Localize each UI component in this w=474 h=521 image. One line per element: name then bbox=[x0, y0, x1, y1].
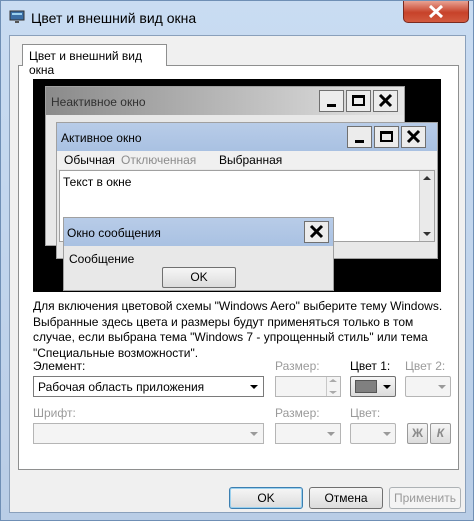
close-button[interactable] bbox=[403, 1, 469, 23]
cancel-button[interactable]: Отмена bbox=[309, 487, 383, 509]
inactive-window-title: Неактивное окно bbox=[51, 95, 146, 109]
element-select-value: Рабочая область приложения bbox=[38, 380, 205, 394]
message-title-bar[interactable]: Окно сообщения bbox=[64, 218, 333, 246]
color1-picker[interactable] bbox=[350, 376, 396, 397]
menu-normal[interactable]: Обычная bbox=[64, 153, 115, 167]
menu-bar-preview[interactable]: Обычная Отключенная Выбранная bbox=[57, 151, 437, 169]
chevron-down-icon bbox=[383, 432, 391, 436]
message-box-preview[interactable]: Окно сообщения Сообщение OK bbox=[63, 217, 334, 291]
menu-disabled[interactable]: Отключенная bbox=[121, 153, 196, 167]
font-select[interactable] bbox=[33, 423, 264, 444]
message-ok-button[interactable]: OK bbox=[162, 267, 236, 288]
scroll-down-icon[interactable] bbox=[423, 232, 431, 236]
bold-button[interactable]: Ж bbox=[407, 423, 428, 444]
font-size-select[interactable] bbox=[275, 423, 341, 444]
close-icon bbox=[428, 5, 444, 18]
font-color-picker[interactable] bbox=[350, 423, 396, 444]
close-icon[interactable] bbox=[401, 126, 426, 148]
font-color-label: Цвет: bbox=[350, 406, 381, 420]
preview-area[interactable]: Неактивное окно Активное окно Обычная От… bbox=[33, 79, 441, 292]
apply-button[interactable]: Применить bbox=[389, 487, 461, 509]
tab-window-color[interactable]: Цвет и внешний вид окна bbox=[22, 44, 167, 77]
chevron-down-icon bbox=[327, 432, 335, 436]
spin-up-icon[interactable] bbox=[329, 379, 337, 382]
window-text: Текст в окне bbox=[63, 175, 132, 189]
title-bar[interactable]: Цвет и внешний вид окна bbox=[1, 1, 473, 35]
spinner-arrows[interactable] bbox=[326, 377, 340, 396]
font-size-label: Размер: bbox=[275, 406, 320, 420]
appearance-dialog: Цвет и внешний вид окна Цвет и внешний в… bbox=[0, 0, 474, 521]
element-label: Элемент: bbox=[33, 359, 86, 373]
dialog-client-area: Цвет и внешний вид окна Неактивное окно bbox=[9, 35, 466, 513]
chevron-down-icon bbox=[438, 385, 446, 389]
close-icon[interactable] bbox=[304, 221, 329, 243]
scroll-up-icon[interactable] bbox=[423, 176, 431, 180]
vertical-scrollbar[interactable] bbox=[419, 171, 434, 241]
message-box-title: Окно сообщения bbox=[67, 226, 161, 240]
color1-label: Цвет 1: bbox=[350, 359, 391, 373]
minimize-icon[interactable] bbox=[347, 126, 372, 148]
window-title: Цвет и внешний вид окна bbox=[31, 10, 197, 26]
message-text: Сообщение bbox=[69, 252, 135, 266]
maximize-icon[interactable] bbox=[346, 90, 371, 112]
color1-swatch bbox=[355, 380, 377, 393]
element-select[interactable]: Рабочая область приложения bbox=[33, 376, 264, 397]
menu-selected[interactable]: Выбранная bbox=[219, 153, 282, 167]
maximize-icon[interactable] bbox=[374, 126, 399, 148]
spin-down-icon[interactable] bbox=[329, 391, 337, 394]
active-title-bar[interactable]: Активное окно bbox=[57, 123, 437, 151]
ok-button[interactable]: OK bbox=[229, 487, 303, 509]
tab-page: Неактивное окно Активное окно Обычная От… bbox=[18, 65, 459, 470]
color2-picker[interactable] bbox=[405, 376, 451, 397]
close-icon[interactable] bbox=[373, 90, 398, 112]
monitor-icon bbox=[9, 10, 25, 23]
chevron-down-icon bbox=[383, 385, 391, 389]
info-text: Для включения цветовой схемы "Windows Ae… bbox=[33, 299, 443, 360]
chevron-down-icon bbox=[250, 432, 258, 436]
size-label: Размер: bbox=[275, 359, 320, 373]
italic-button[interactable]: К bbox=[430, 423, 451, 444]
active-window-title: Активное окно bbox=[61, 131, 142, 145]
size-spinner[interactable] bbox=[275, 376, 341, 397]
chevron-down-icon bbox=[250, 385, 258, 389]
minimize-icon[interactable] bbox=[319, 90, 344, 112]
inactive-title-bar[interactable]: Неактивное окно bbox=[46, 87, 404, 115]
font-label: Шрифт: bbox=[33, 406, 76, 420]
color2-label: Цвет 2: bbox=[405, 359, 446, 373]
